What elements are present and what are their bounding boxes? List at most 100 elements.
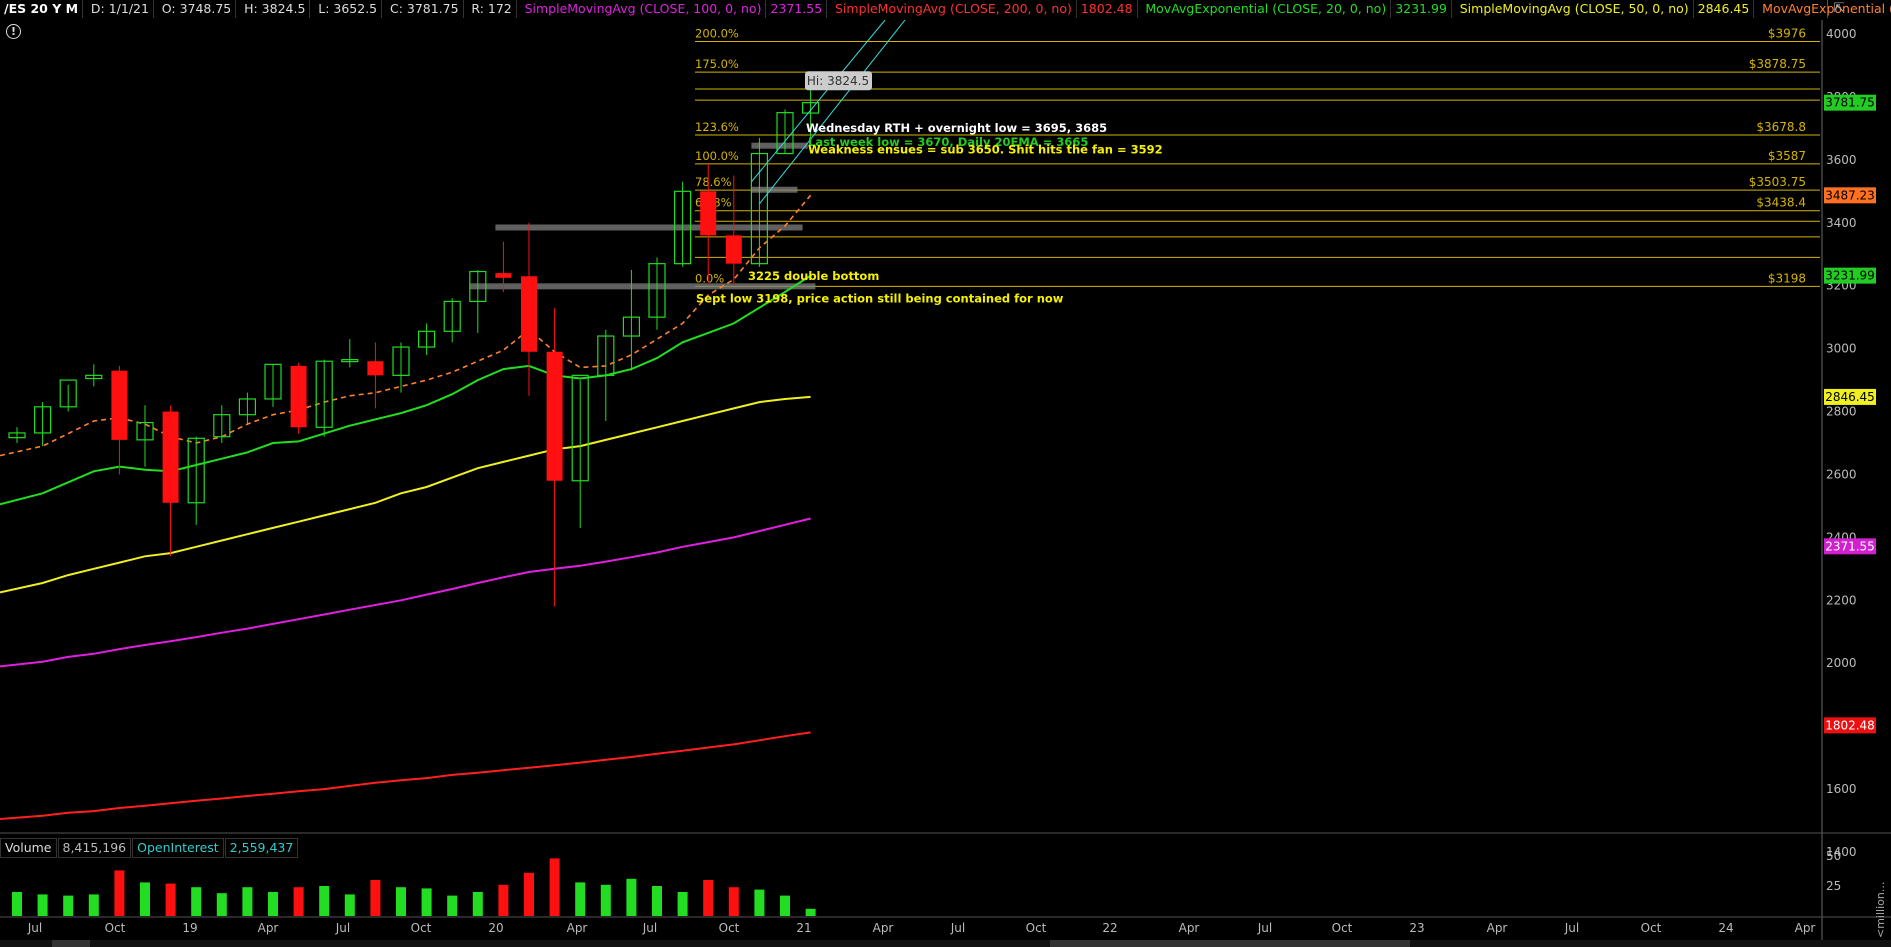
low-label: L: 3652.5 (314, 0, 383, 18)
volume-bar (498, 884, 509, 916)
candle-down (521, 222, 537, 396)
study-sma50-value: 2846.45 (1694, 0, 1755, 18)
price-tick-label: 4000 (1826, 27, 1857, 41)
time-tick-label: Apr (1487, 921, 1508, 935)
high-tooltip-text: Hi: 3824.5 (807, 74, 869, 88)
study-ema20-value: 3231.99 (1391, 0, 1452, 18)
price-badge-value: 2371.55 (1825, 539, 1875, 553)
time-tick-label: Jul (27, 921, 42, 935)
candle-body (367, 361, 384, 376)
volume-bar (293, 887, 304, 916)
volume-bar (114, 870, 125, 916)
time-axis: Jul Oct 19 Apr Jul Oct 20 Apr Jul Oct 21 Apr Jul Oct 2… (27, 921, 1816, 935)
candle-up (648, 257, 666, 330)
scrollbar-thumb[interactable] (1050, 940, 1410, 947)
scrollbar-left-thumb[interactable] (52, 940, 90, 947)
candle-body (111, 370, 128, 440)
volume-bars: 25 50 (12, 849, 1841, 916)
candle-up (315, 359, 333, 437)
fib-level-price: $3503.75 (1749, 175, 1806, 189)
price-badge-value: 1802.48 (1825, 718, 1875, 732)
chart-header: /ES 20 Y M D: 1/1/21 O: 3748.75 H: 3824.… (0, 0, 1891, 20)
time-tick-label: 24 (1718, 921, 1733, 935)
annotation-sept-low: Sept low 3198, price action still being … (696, 291, 1064, 305)
volume-bar (140, 882, 150, 916)
candle-down (367, 342, 384, 409)
study-sma50-label[interactable]: SimpleMovingAvg (CLOSE, 50, 0, no) (1456, 0, 1694, 18)
support-zone (495, 224, 803, 231)
time-tick-label: Apr (1179, 921, 1200, 935)
volume-bar (396, 887, 406, 916)
close-label: C: 3781.75 (386, 0, 464, 18)
candle-down (290, 362, 307, 434)
study-sma200-label[interactable]: SimpleMovingAvg (CLOSE, 200, 0, no) (831, 0, 1077, 18)
annotation-double-bottom: 3225 double bottom (748, 269, 879, 283)
volume-tick-label: 25 (1826, 879, 1841, 893)
moving-average-sma200 (0, 731, 811, 820)
price-badge-value: 3231.99 (1825, 269, 1875, 283)
fib-level-percent: 200.0% (695, 27, 739, 41)
volume-bar (37, 894, 48, 916)
fib-level-percent: 100.0% (695, 149, 739, 163)
candle-body (700, 191, 717, 236)
horizontal-scrollbar[interactable] (0, 940, 1891, 947)
volume-header: Volume 8,415,196 OpenInterest 2,559,437 (0, 838, 299, 858)
candle-down (546, 307, 563, 607)
price-tick-label: 2200 (1826, 593, 1857, 607)
fib-level-price: $3587 (1768, 149, 1806, 163)
candles (8, 89, 820, 607)
price-tick-label: 2000 (1826, 656, 1857, 670)
range-label: R: 172 (467, 0, 517, 18)
price-chart[interactable]: 200.0% $3976175.0% $3878.75123.6% $3678.810… (0, 20, 1891, 940)
candle-down (725, 175, 742, 286)
time-tick-label: 19 (182, 921, 197, 935)
study-sma200-value: 1802.48 (1077, 0, 1138, 18)
volume-unit-label: <million... (1874, 881, 1887, 938)
candle-up (8, 427, 26, 443)
candle-body (495, 273, 512, 278)
date-label: D: 1/1/21 (87, 0, 154, 18)
volume-bar (703, 880, 714, 916)
open-interest-label[interactable]: OpenInterest (132, 838, 224, 858)
candle-down (111, 365, 128, 475)
time-tick-label: 21 (796, 921, 811, 935)
volume-label[interactable]: Volume (0, 838, 57, 858)
expand-icon[interactable]: ⇱ (1827, 0, 1850, 18)
study-ema8-label[interactable]: MovAvgExponential (CLOSE, 8, 0, no) (1758, 0, 1891, 18)
time-tick-label: Jul (1564, 921, 1579, 935)
annotation-wednesday-low: Wednesday RTH + overnight low = 3695, 36… (806, 121, 1107, 135)
candle-body (725, 235, 742, 264)
time-tick-label: Jul (642, 921, 657, 935)
fib-level-price: $3678.8 (1756, 120, 1806, 134)
price-tick-label: 1600 (1826, 782, 1857, 796)
candle-body (546, 351, 563, 481)
study-ema20-label[interactable]: MovAvgExponential (CLOSE, 20, 0, no) (1141, 0, 1392, 18)
symbol-label[interactable]: /ES 20 Y M (0, 0, 84, 18)
time-tick-label: Apr (258, 921, 279, 935)
time-tick-label: Oct (1026, 921, 1047, 935)
price-tick-label: 2800 (1826, 405, 1857, 419)
candle-up (187, 436, 205, 525)
price-badge-value: 3781.75 (1825, 96, 1875, 110)
volume-bar (63, 895, 74, 916)
candle-up (341, 339, 359, 368)
fib-level-price: $3198 (1768, 271, 1806, 285)
fib-level-percent: 175.0% (695, 57, 739, 71)
candle-body (521, 276, 537, 352)
volume-bar (780, 895, 790, 916)
price-tick-label: 3400 (1826, 216, 1857, 230)
candle-up (85, 364, 103, 387)
volume-bar (600, 884, 611, 916)
fib-level-percent: 123.6% (695, 120, 739, 134)
candle-up (673, 181, 692, 267)
fib-level-percent: 0.0% (695, 271, 724, 285)
volume-bar (728, 887, 739, 916)
time-tick-label: Oct (105, 921, 126, 935)
volume-bar (549, 858, 560, 916)
study-sma100-label[interactable]: SimpleMovingAvg (CLOSE, 100, 0, no) (521, 0, 767, 18)
time-tick-label: 20 (488, 921, 503, 935)
volume-tick-label: 50 (1826, 849, 1841, 863)
channel-line-upper (751, 20, 886, 183)
price-tick-label: 2600 (1826, 467, 1857, 481)
volume-bar (88, 894, 99, 916)
